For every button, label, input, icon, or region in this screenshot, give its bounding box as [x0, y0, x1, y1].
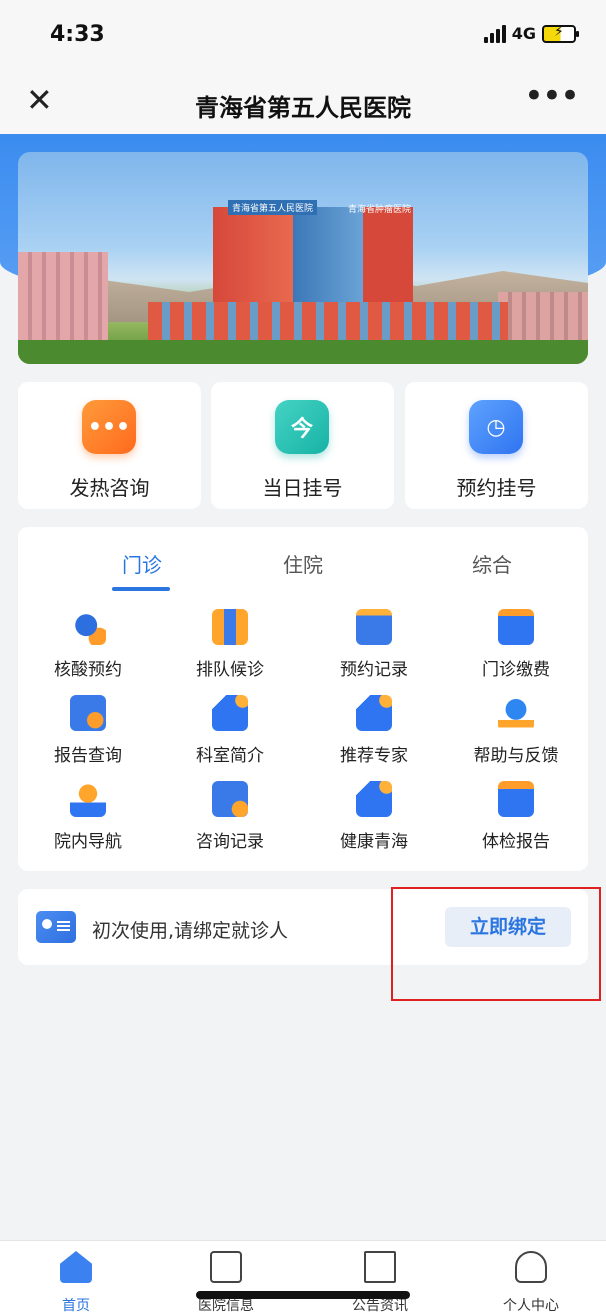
- service-department-intro[interactable]: 科室简介: [160, 695, 300, 775]
- battery-icon: ⚡: [542, 24, 579, 43]
- thumbs-up-icon: [356, 695, 392, 731]
- chat-icon: •••: [82, 400, 136, 454]
- quick-action-same-day-register[interactable]: 今 当日挂号: [211, 382, 394, 509]
- quick-action-appointment-register[interactable]: ◷ 预约挂号: [405, 382, 588, 509]
- nav-bar: ✕ 青海省第五人民医院 •••: [0, 72, 606, 134]
- tab-general[interactable]: 综合: [432, 549, 552, 578]
- service-healthy-qinghai[interactable]: 健康青海: [304, 781, 444, 861]
- service-report-query[interactable]: 报告查询: [18, 695, 158, 775]
- hospital-banner-image[interactable]: 青海省第五人民医院 青海省肿瘤医院: [18, 152, 588, 364]
- service-indoor-navigation[interactable]: 院内导航: [18, 781, 158, 861]
- home-icon: [60, 1251, 92, 1283]
- tab-outpatient[interactable]: 门诊: [82, 549, 202, 578]
- service-recommended-experts[interactable]: 推荐专家: [304, 695, 444, 775]
- service-label: 报告查询: [54, 746, 122, 766]
- quick-action-label: 当日挂号: [262, 476, 343, 500]
- notice-board-icon: [364, 1251, 396, 1283]
- quick-action-label: 预约挂号: [456, 476, 537, 500]
- bind-prompt-text: 初次使用,请绑定就诊人: [92, 920, 289, 942]
- active-tab-indicator: [112, 587, 170, 591]
- tabbar-item-announcements[interactable]: 公告资讯: [320, 1251, 440, 1312]
- highlight-box: [391, 887, 601, 1001]
- service-outpatient-payment[interactable]: 门诊缴费: [446, 609, 586, 689]
- checklist-icon: [212, 781, 248, 817]
- banner-building-left: [18, 252, 108, 352]
- status-bar: 4:33 4G ⚡: [0, 0, 606, 72]
- bottom-tab-bar: 首页 医院信息 公告资讯 个人中心: [0, 1240, 606, 1312]
- document-icon: [210, 1251, 242, 1283]
- service-label: 帮助与反馈: [473, 746, 559, 766]
- folder-plus-icon: [498, 781, 534, 817]
- tab-inpatient[interactable]: 住院: [243, 549, 363, 578]
- thumbs-up-icon: [212, 695, 248, 731]
- tabbar-item-profile[interactable]: 个人中心: [471, 1251, 591, 1312]
- quick-action-fever-consult[interactable]: ••• 发热咨询: [18, 382, 201, 509]
- service-label: 核酸预约: [54, 660, 122, 680]
- location-pin-icon: [70, 781, 106, 817]
- thumbs-up-icon: [356, 781, 392, 817]
- tabbar-label: 个人中心: [503, 1298, 559, 1312]
- service-label: 门诊缴费: [482, 660, 550, 680]
- services-panel: 门诊 住院 综合 核酸预约 排队候诊 预约记录 门诊缴费 报告查询 科室简介 推…: [18, 527, 588, 871]
- more-options-icon[interactable]: •••: [524, 76, 580, 116]
- banner-sign-left: 青海省第五人民医院: [228, 200, 318, 215]
- report-search-icon: [70, 695, 106, 731]
- signal-icon: [483, 24, 506, 43]
- quick-action-label: 发热咨询: [69, 476, 150, 500]
- service-queue[interactable]: 排队候诊: [160, 609, 300, 689]
- service-label: 体检报告: [482, 832, 550, 852]
- tabbar-item-home[interactable]: 首页: [16, 1251, 136, 1312]
- user-icon: [515, 1251, 547, 1283]
- banner-trees: [18, 340, 588, 364]
- tabbar-item-hospital-info[interactable]: 医院信息: [166, 1251, 286, 1312]
- page-title: 青海省第五人民医院: [195, 94, 411, 122]
- service-label: 排队候诊: [196, 660, 264, 680]
- service-label: 院内导航: [54, 832, 122, 852]
- notepad-icon: [356, 609, 392, 645]
- queue-people-icon: [212, 609, 248, 645]
- service-help-feedback[interactable]: 帮助与反馈: [446, 695, 586, 775]
- gear-clock-icon: [70, 609, 106, 645]
- yuan-wallet-icon: [498, 609, 534, 645]
- service-physical-exam-report[interactable]: 体检报告: [446, 781, 586, 861]
- banner-sign-right: 青海省肿瘤医院: [348, 205, 412, 215]
- tabbar-label: 首页: [62, 1298, 90, 1312]
- status-indicators: 4G ⚡: [483, 24, 579, 43]
- id-card-icon: [36, 911, 76, 943]
- service-label: 预约记录: [340, 660, 408, 680]
- calendar-today-icon: 今: [275, 400, 329, 454]
- network-type: 4G: [511, 24, 536, 43]
- service-label: 推荐专家: [340, 746, 408, 766]
- service-label: 健康青海: [340, 832, 408, 852]
- service-label: 咨询记录: [196, 832, 264, 852]
- service-consultation-records[interactable]: 咨询记录: [160, 781, 300, 861]
- service-label: 科室简介: [196, 746, 264, 766]
- service-appointment-records[interactable]: 预约记录: [304, 609, 444, 689]
- service-nucleic-acid-booking[interactable]: 核酸预约: [18, 609, 158, 689]
- lightbulb-icon: [498, 695, 534, 731]
- home-indicator: [196, 1291, 410, 1299]
- calendar-clock-icon: ◷: [469, 400, 523, 454]
- status-time: 4:33: [50, 22, 105, 47]
